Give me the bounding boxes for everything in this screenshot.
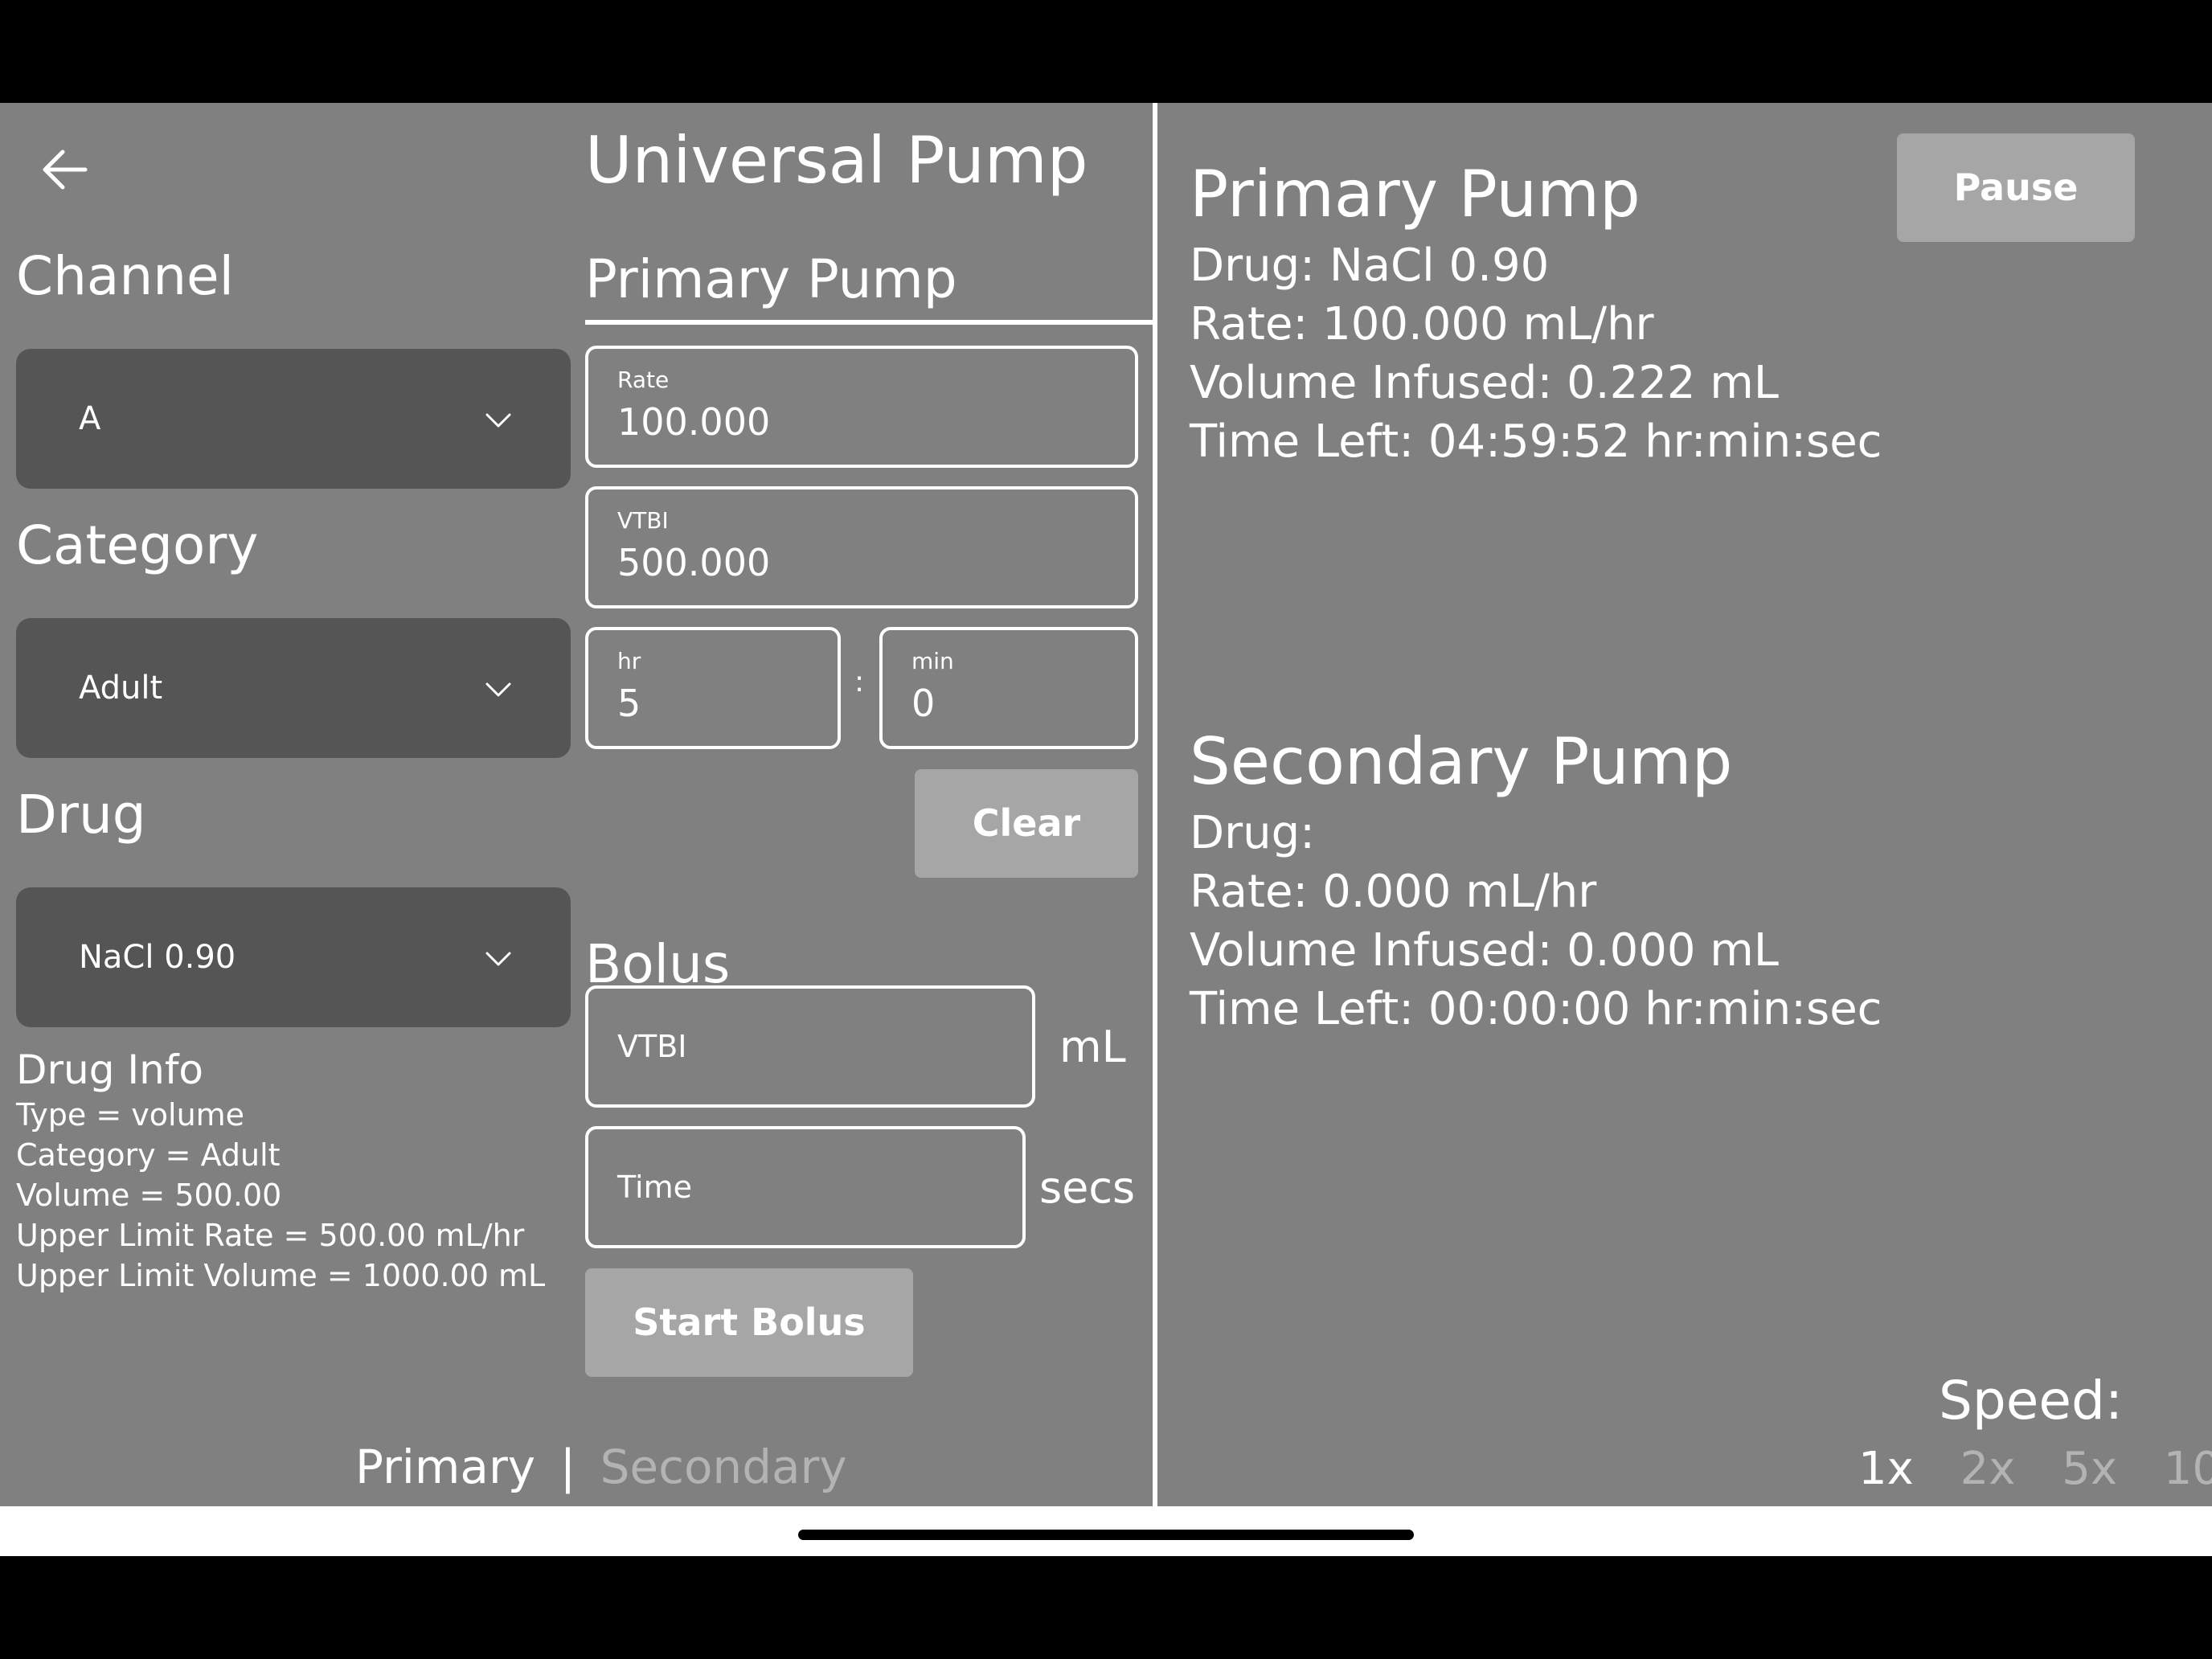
- tab-separator: |: [559, 1440, 576, 1494]
- drug-info-line: Upper Limit Rate = 500.00 mL/hr: [16, 1218, 525, 1253]
- category-value: Adult: [79, 670, 163, 707]
- channel-value: A: [79, 400, 101, 437]
- primary-status-line: Time Left: 04:59:52 hr:min:sec: [1190, 416, 1882, 468]
- channel-dropdown[interactable]: A: [16, 349, 571, 489]
- secondary-status: Secondary Pump Drug: Rate: 0.000 mL/hr V…: [1190, 720, 1882, 1038]
- status-panel: Pause Primary Pump Drug: NaCl 0.90 Rate:…: [1157, 103, 2212, 1506]
- tab-underline: [585, 320, 1153, 325]
- tab-primary[interactable]: Primary: [355, 1440, 535, 1494]
- time-separator: :: [854, 666, 865, 698]
- primary-status-title: Primary Pump: [1190, 157, 1641, 231]
- primary-status-line: Drug: NaCl 0.90: [1190, 240, 1550, 292]
- home-indicator[interactable]: [798, 1530, 1414, 1540]
- speed-options: 1x 2x 5x 10x: [1858, 1441, 2212, 1497]
- speed-label: Speed:: [1939, 1370, 2124, 1432]
- bolus-vtbi-field[interactable]: VTBI: [585, 985, 1035, 1108]
- primary-status: Primary Pump Drug: NaCl 0.90 Rate: 100.0…: [1190, 153, 1882, 471]
- pause-button[interactable]: Pause: [1897, 133, 2135, 242]
- clear-button[interactable]: Clear: [915, 769, 1138, 878]
- vtbi-field[interactable]: VTBI 500.000: [585, 486, 1138, 608]
- drug-label: Drug: [16, 784, 146, 846]
- secondary-status-line: Time Left: 00:00:00 hr:min:sec: [1190, 983, 1882, 1035]
- chevron-down-icon: [485, 413, 511, 428]
- minutes-value: 0: [911, 682, 936, 725]
- vtbi-value: 500.000: [617, 541, 771, 584]
- primary-status-line: Volume Infused: 0.222 mL: [1190, 357, 1780, 409]
- hours-label: hr: [617, 648, 641, 674]
- drug-info-heading: Drug Info: [16, 1047, 204, 1093]
- page-title: Universal Pump: [585, 123, 1088, 198]
- bolus-time-field[interactable]: Time: [585, 1126, 1026, 1248]
- left-panel: Universal Pump Channel A Category Adult …: [0, 103, 1153, 1506]
- speed-option-10x[interactable]: 10x: [2164, 1443, 2212, 1495]
- category-dropdown[interactable]: Adult: [16, 618, 571, 758]
- rate-field[interactable]: Rate 100.000: [585, 346, 1138, 468]
- hours-field[interactable]: hr 5: [585, 627, 841, 749]
- speed-option-2x[interactable]: 2x: [1960, 1443, 2016, 1495]
- secondary-status-line: Volume Infused: 0.000 mL: [1190, 924, 1780, 977]
- secondary-status-title: Secondary Pump: [1190, 724, 1733, 799]
- chevron-down-icon: [485, 682, 511, 697]
- drug-info-line: Upper Limit Volume = 1000.00 mL: [16, 1258, 546, 1293]
- bolus-time-unit: secs: [1039, 1162, 1136, 1213]
- rate-value: 100.000: [617, 400, 771, 444]
- channel-label: Channel: [16, 245, 234, 307]
- drug-info-line: Volume = 500.00: [16, 1178, 282, 1213]
- category-label: Category: [16, 514, 259, 576]
- back-button[interactable]: [32, 137, 98, 203]
- drug-info: Drug Info Type = volume Category = Adult…: [16, 1045, 545, 1296]
- drug-info-line: Category = Adult: [16, 1137, 281, 1173]
- minutes-field[interactable]: min 0: [879, 627, 1138, 749]
- rate-label: Rate: [617, 367, 670, 393]
- primary-pump-tab-title: Primary Pump: [585, 248, 957, 310]
- primary-status-line: Rate: 100.000 mL/hr: [1190, 298, 1654, 350]
- hours-value: 5: [617, 682, 641, 725]
- drug-dropdown[interactable]: NaCl 0.90: [16, 887, 571, 1027]
- vtbi-label: VTBI: [617, 507, 669, 534]
- tab-secondary[interactable]: Secondary: [600, 1440, 847, 1494]
- arrow-left-icon: [43, 150, 88, 190]
- bolus-time-placeholder: Time: [617, 1169, 692, 1205]
- secondary-status-line: Rate: 0.000 mL/hr: [1190, 866, 1597, 918]
- speed-option-5x[interactable]: 5x: [2062, 1443, 2117, 1495]
- secondary-status-line: Drug:: [1190, 807, 1316, 859]
- chevron-down-icon: [485, 952, 511, 966]
- start-bolus-button[interactable]: Start Bolus: [585, 1268, 913, 1377]
- bolus-vtbi-placeholder: VTBI: [617, 1029, 687, 1064]
- pump-app: Universal Pump Channel A Category Adult …: [0, 103, 2212, 1506]
- drug-info-line: Type = volume: [16, 1097, 245, 1133]
- speed-option-1x[interactable]: 1x: [1858, 1443, 1914, 1495]
- bolus-vtbi-unit: mL: [1059, 1022, 1126, 1072]
- drug-value: NaCl 0.90: [79, 939, 236, 976]
- pump-tabs: Primary | Secondary: [355, 1439, 847, 1495]
- minutes-label: min: [911, 648, 954, 674]
